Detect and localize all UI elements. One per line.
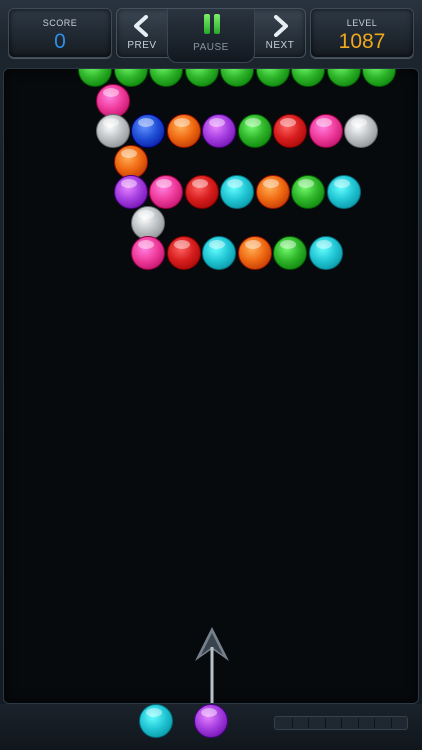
bubble-gray: [95, 114, 130, 148]
bubble-gray: [344, 114, 379, 148]
next-bubble: [139, 704, 173, 738]
bubble-purple: [202, 114, 237, 148]
level-panel: LEVEL 1087: [310, 8, 414, 58]
shooter-bar: [0, 704, 422, 750]
current-bubble[interactable]: [194, 704, 228, 738]
progress-segment-divider: [341, 718, 342, 728]
bubble-green: [273, 236, 308, 270]
progress-segment-divider: [374, 718, 375, 728]
chevron-left-icon: [134, 15, 148, 37]
bubble-purple: [113, 175, 148, 209]
bubble-cyan: [202, 236, 237, 270]
bubble-cyan: [308, 236, 343, 270]
bubble-pink: [95, 83, 130, 118]
pause-button[interactable]: PAUSE: [167, 9, 255, 63]
progress-segment-divider: [357, 718, 359, 728]
next-label: NEXT: [265, 40, 295, 51]
bubble-pink: [149, 175, 183, 209]
bubble-red: [166, 236, 201, 270]
progress-segment-divider: [291, 718, 293, 728]
prev-button[interactable]: PREV: [117, 9, 167, 57]
next-button[interactable]: NEXT: [255, 9, 305, 57]
bubble-red: [184, 175, 219, 209]
control-panel: PREV PAUSE NEXT: [116, 8, 306, 63]
bubble-orange: [255, 175, 290, 209]
chevron-right-icon: [274, 15, 288, 37]
progress-segment-divider: [308, 718, 309, 728]
bubble-green: [362, 69, 396, 87]
progress-segment-divider: [390, 718, 392, 728]
bubble-gray: [131, 205, 166, 240]
pause-label: PAUSE: [193, 42, 229, 53]
prev-label: PREV: [127, 40, 157, 51]
bubble-pink: [131, 236, 166, 270]
bubble-green: [184, 69, 219, 87]
score-value: 0: [54, 30, 66, 53]
bubble-cyan: [220, 175, 254, 209]
bubble-green: [149, 69, 183, 87]
score-label: SCORE: [42, 18, 78, 28]
bubble-pink: [308, 114, 343, 148]
game-board[interactable]: [3, 68, 419, 704]
bubble-green: [220, 69, 254, 87]
pause-icon: [201, 14, 223, 34]
shot-progress-bar: [274, 716, 408, 730]
game-frame: SCORE 0 PREV PAUSE NEXT LEVEL 1087: [0, 0, 422, 750]
score-panel: SCORE 0: [8, 8, 112, 58]
bubble-orange: [113, 144, 148, 179]
level-label: LEVEL: [346, 18, 378, 28]
bubble-green: [255, 69, 290, 87]
bubble-orange: [237, 236, 272, 270]
bubble-green: [237, 114, 272, 148]
bubble-green: [326, 69, 361, 87]
bubble-green: [291, 69, 325, 87]
progress-segment-divider: [324, 718, 326, 728]
level-value: 1087: [338, 30, 386, 53]
bubble-blue: [131, 114, 166, 148]
bubble-orange: [166, 114, 201, 148]
bubble-red: [273, 114, 308, 148]
bubble-green: [291, 175, 325, 209]
aim-arrow-icon: [195, 627, 229, 703]
bubble-cyan: [326, 175, 361, 209]
